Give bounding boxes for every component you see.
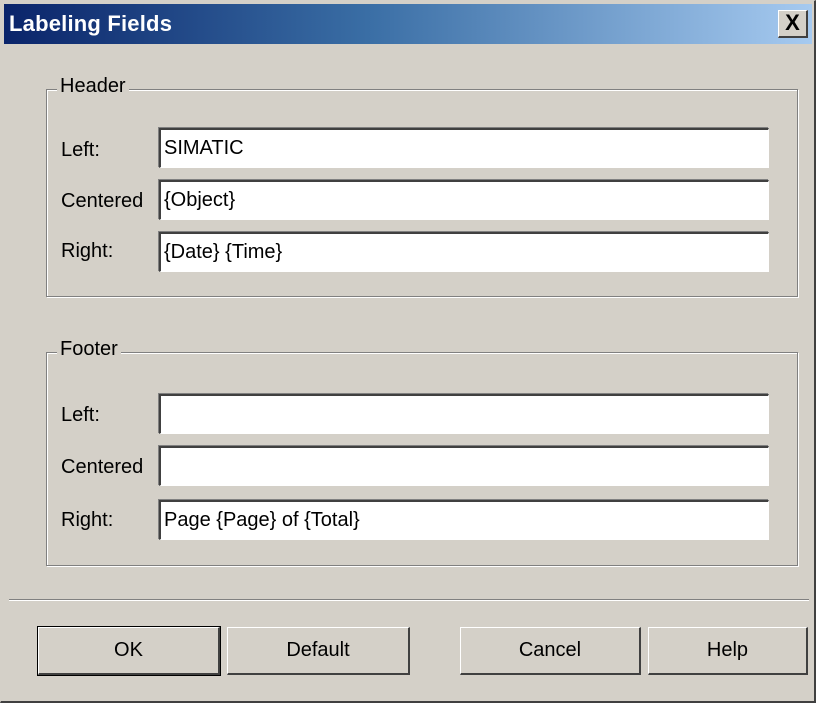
header-centered-field[interactable]	[159, 180, 769, 220]
header-left-field[interactable]	[159, 128, 769, 168]
header-left-label: Left:	[61, 139, 100, 161]
footer-right-field[interactable]	[159, 500, 769, 540]
header-centered-label: Centered	[61, 190, 144, 212]
help-button[interactable]: Help	[648, 627, 808, 675]
title-bar[interactable]: Labeling Fields X	[4, 4, 812, 44]
cancel-button[interactable]: Cancel	[460, 627, 641, 675]
footer-left-field[interactable]	[159, 394, 769, 434]
footer-right-label: Right:	[61, 509, 114, 531]
footer-left-label: Left:	[61, 404, 100, 426]
dialog-window: Labeling Fields X Header Left: Centered …	[0, 0, 816, 703]
footer-group-title: Footer	[57, 338, 121, 361]
separator-highlight	[9, 600, 809, 601]
close-button[interactable]: X	[778, 10, 808, 38]
dialog-title: Labeling Fields	[9, 11, 173, 36]
default-button[interactable]: Default	[227, 627, 410, 675]
ok-button[interactable]: OK	[37, 626, 221, 676]
footer-centered-field[interactable]	[159, 446, 769, 486]
header-group-title: Header	[57, 75, 129, 98]
header-right-label: Right:	[61, 240, 114, 262]
close-icon: X	[785, 10, 800, 35]
header-right-field[interactable]	[159, 232, 769, 272]
footer-centered-label: Centered	[61, 456, 144, 478]
